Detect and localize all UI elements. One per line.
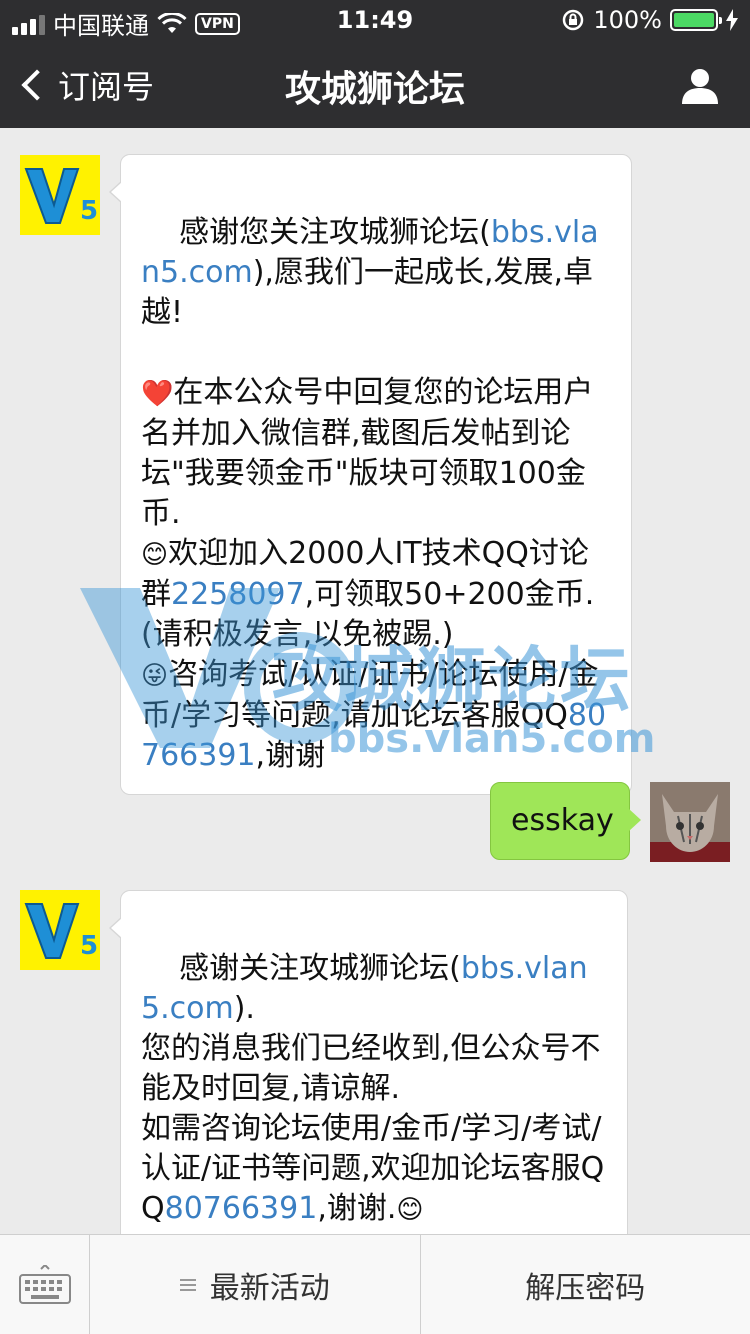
- message-bubble-3[interactable]: 感谢关注攻城狮论坛(bbs.vlan5.com). 您的消息我们已经收到,但公众…: [109, 890, 628, 1234]
- person-icon[interactable]: [680, 66, 720, 106]
- svg-text:5: 5: [80, 931, 98, 961]
- heart-emoji-icon: ❤️: [141, 379, 174, 409]
- v5-logo-icon: 5: [20, 890, 100, 970]
- menu-latest-activities[interactable]: 最新活动: [90, 1235, 420, 1334]
- menu-unzip-password[interactable]: 解压密码: [419, 1235, 750, 1334]
- message-bubble-me[interactable]: esskay: [490, 782, 641, 860]
- message-text: ,谢谢: [255, 738, 326, 773]
- page-title: 攻城狮论坛: [284, 69, 465, 110]
- menu-label: 解压密码: [525, 1270, 646, 1306]
- bottom-menu: 最新活动 解压密码: [0, 1234, 750, 1334]
- cat-avatar-icon: [650, 782, 730, 862]
- avatar-user[interactable]: [650, 782, 730, 862]
- tongue-emoji-icon: 😜: [141, 661, 169, 691]
- v5-logo-icon: 5: [20, 155, 100, 235]
- charging-icon: [726, 9, 738, 31]
- smile-emoji-icon: 😊: [396, 1195, 424, 1225]
- avatar-v5[interactable]: 5: [20, 155, 100, 235]
- message-text: 在本公众号中回复您的论坛用户名并加入微信群,截图后发帖到论坛"我要领金币"版块可…: [141, 375, 594, 531]
- status-bar: 中国联通 VPN 11:49 100%: [0, 0, 750, 40]
- nav-bar: 订阅号 攻城狮论坛: [0, 40, 750, 128]
- rotation-lock-icon: [563, 9, 584, 31]
- qq-service-link[interactable]: 80766391: [165, 1191, 318, 1226]
- menu-list-icon: [179, 1276, 196, 1294]
- message-text: esskay: [511, 803, 614, 838]
- keyboard-toggle-button[interactable]: [0, 1235, 90, 1334]
- message-text: 感谢关注攻城狮论坛(: [179, 951, 461, 986]
- message-text: ).: [233, 991, 255, 1026]
- message-text: 您的消息我们已经收到,但公众号不能及时回复,请谅解.: [141, 1031, 601, 1106]
- watermark-url: bbs.vlan5.com: [328, 716, 656, 762]
- svg-text:5: 5: [80, 196, 98, 226]
- keyboard-icon: [19, 1265, 71, 1304]
- message-text: 感谢您关注攻城狮论坛(: [179, 215, 491, 250]
- chat-area[interactable]: 5 感谢您关注攻城狮论坛(bbs.vlan5.com),愿我们一起成长,发展,卓…: [0, 128, 750, 1234]
- qq-group-link[interactable]: 2258097: [171, 577, 305, 612]
- watermark-title: 攻城狮论坛: [272, 639, 632, 721]
- menu-label: 最新活动: [209, 1270, 330, 1306]
- battery-percent: 100%: [593, 6, 662, 34]
- battery-icon: [670, 9, 722, 31]
- message-text: ,谢谢.: [317, 1191, 397, 1226]
- smile-emoji-icon: 😊: [141, 540, 169, 570]
- avatar-v5[interactable]: 5: [20, 890, 100, 970]
